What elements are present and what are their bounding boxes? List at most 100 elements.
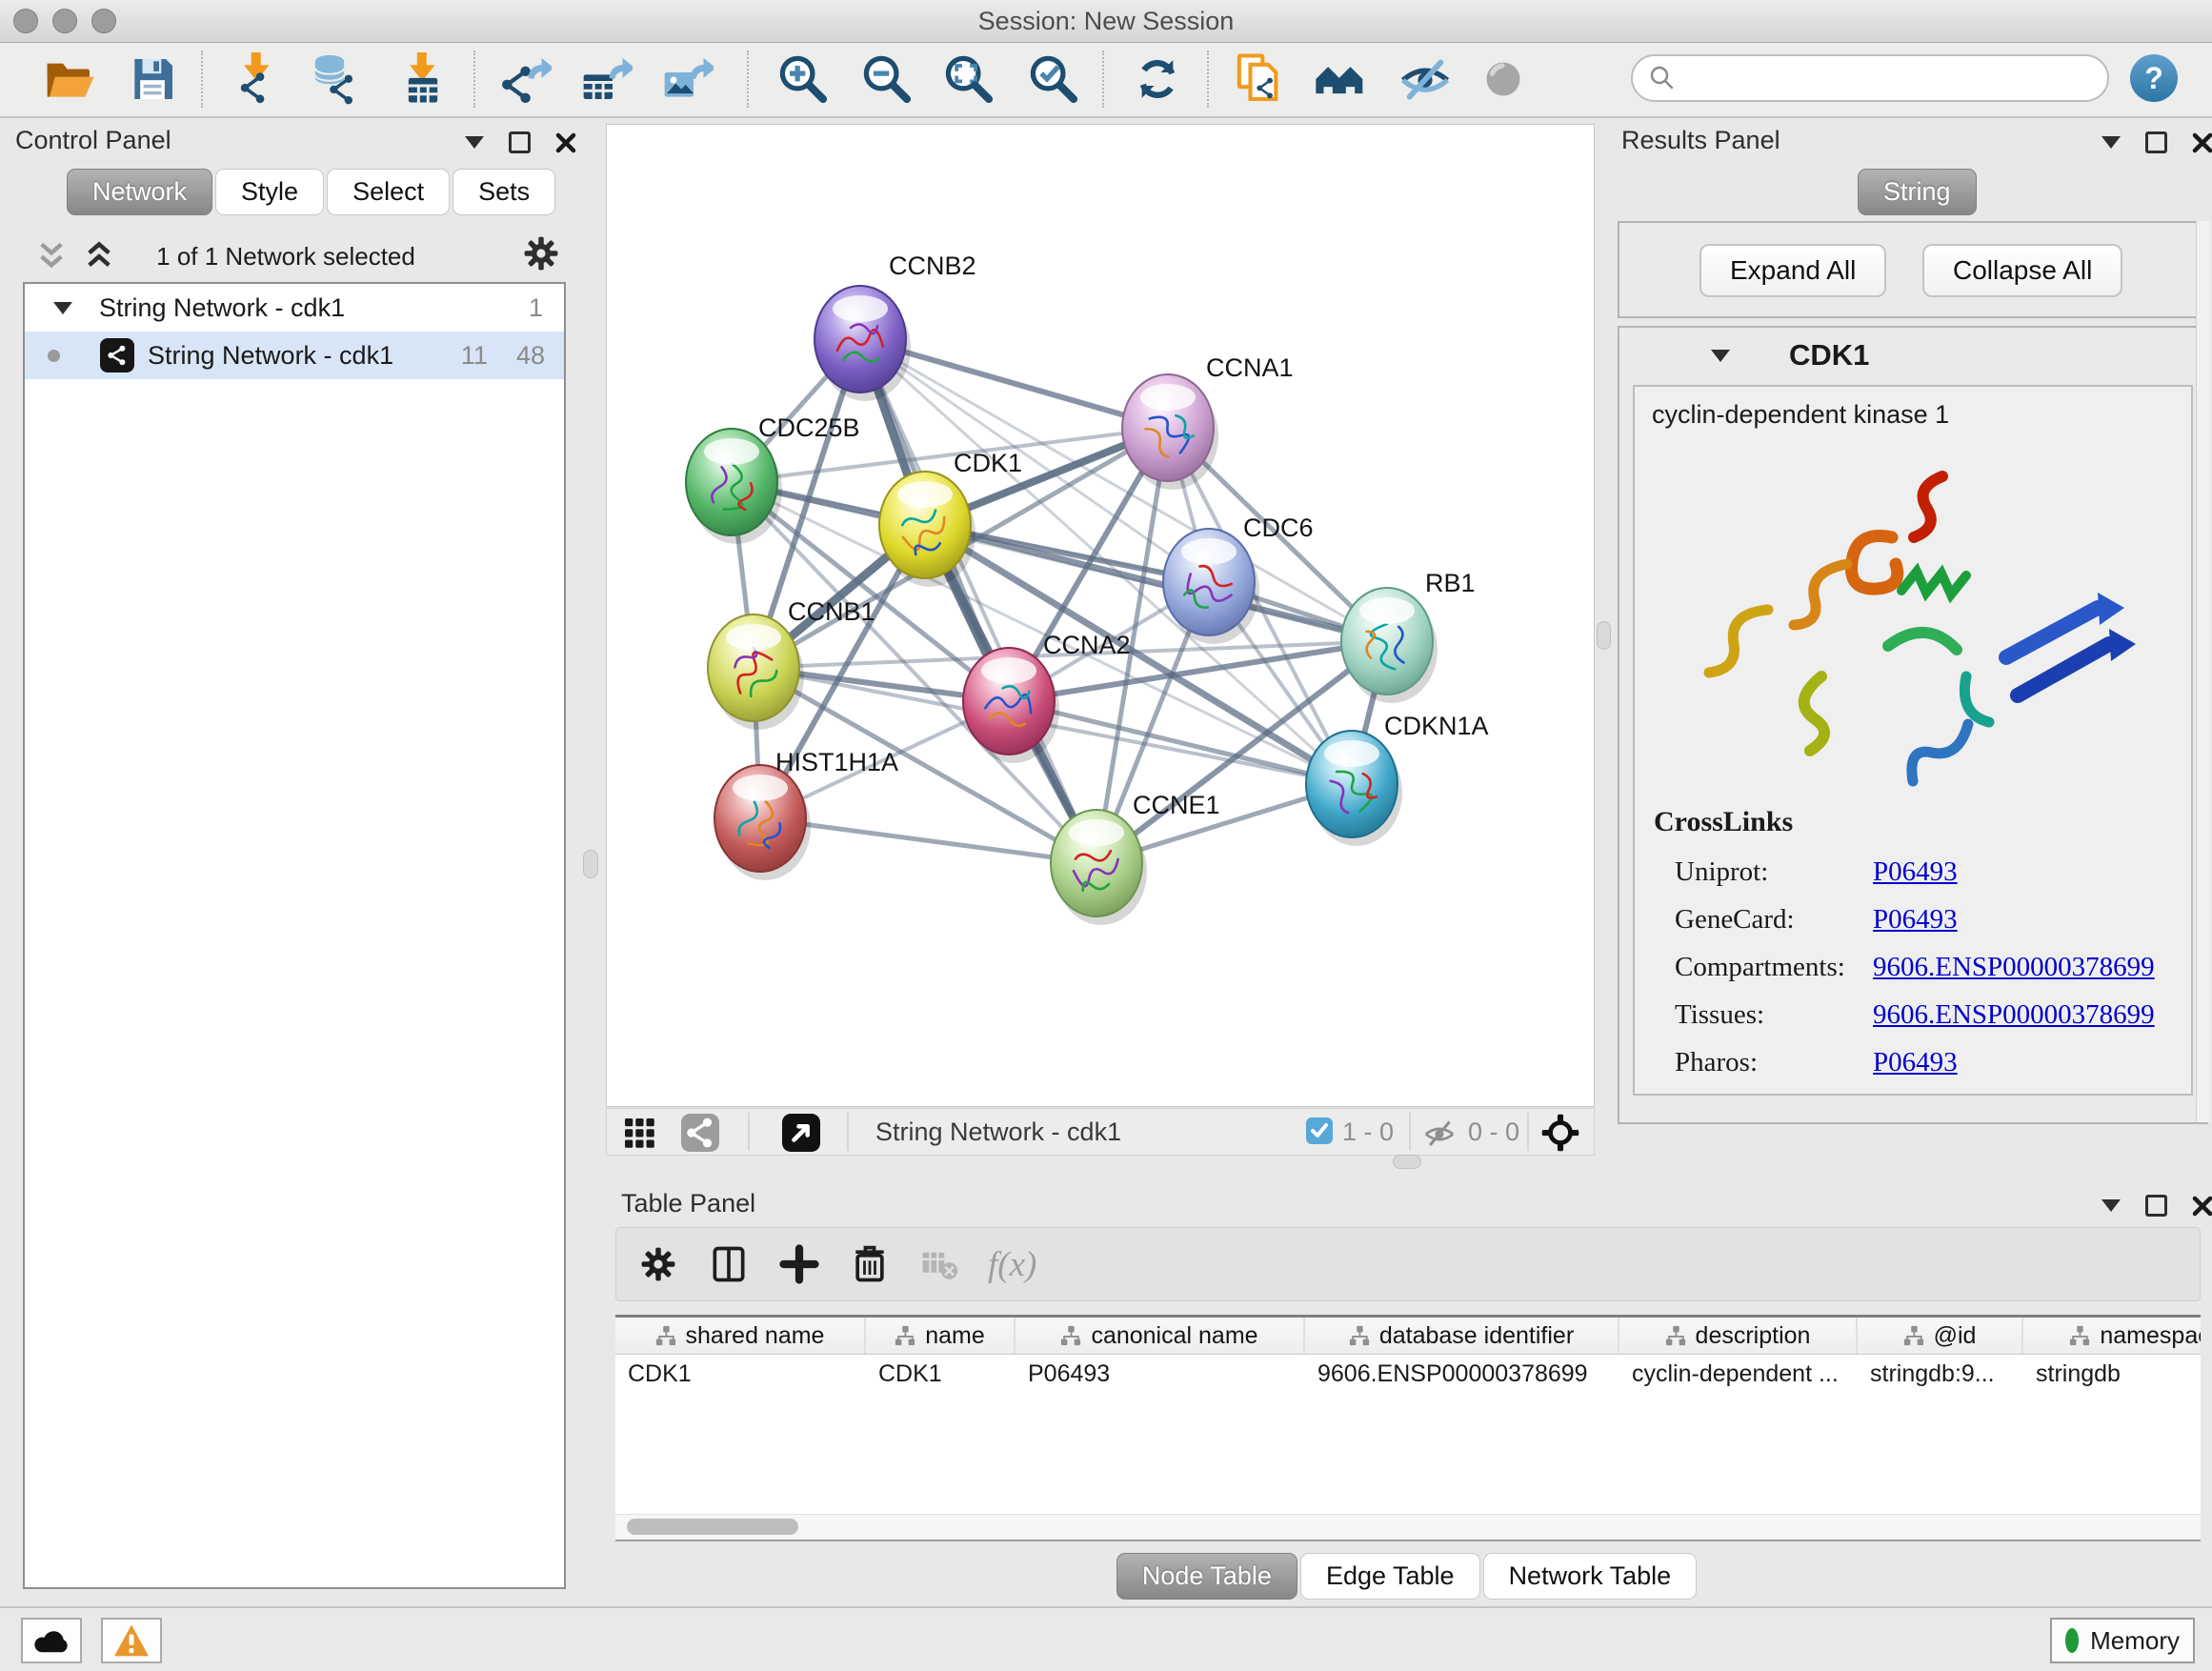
table-cell[interactable]: CDK1 bbox=[615, 1355, 866, 1393]
node-CCNB1[interactable] bbox=[708, 614, 804, 730]
table-cell[interactable]: stringdb bbox=[2023, 1355, 2201, 1393]
save-session-icon[interactable] bbox=[126, 52, 179, 106]
show-columns-icon[interactable] bbox=[708, 1243, 750, 1285]
scrollbar-thumb[interactable] bbox=[627, 1519, 798, 1535]
column-header-canonical-name[interactable]: canonical name bbox=[1016, 1318, 1305, 1354]
network-row-selected[interactable]: String Network - cdk1 11 48 bbox=[25, 332, 564, 379]
panel-menu-icon[interactable] bbox=[2101, 136, 2121, 149]
table-cell[interactable]: CDK1 bbox=[866, 1355, 1016, 1393]
crosslink-value-link[interactable]: P06493 bbox=[1873, 904, 1958, 936]
splitter-handle[interactable] bbox=[583, 850, 598, 878]
export-table-icon[interactable] bbox=[579, 52, 633, 106]
node-HIST1H1A[interactable] bbox=[714, 765, 811, 880]
warning-button[interactable] bbox=[101, 1618, 162, 1663]
node-CCNA2[interactable] bbox=[963, 648, 1059, 763]
import-network-from-database-icon[interactable] bbox=[310, 52, 363, 106]
add-column-icon[interactable] bbox=[778, 1243, 820, 1285]
network-collection-row[interactable]: String Network - cdk1 1 bbox=[25, 284, 564, 332]
table-horizontal-scrollbar[interactable] bbox=[615, 1514, 2201, 1540]
node-CCNA1[interactable] bbox=[1122, 374, 1218, 490]
splitter-handle[interactable] bbox=[1597, 621, 1611, 650]
node-CCNE1[interactable] bbox=[1051, 810, 1147, 925]
open-session-icon[interactable] bbox=[43, 52, 96, 106]
tab-sets[interactable]: Sets bbox=[452, 169, 555, 215]
panel-menu-icon[interactable] bbox=[465, 136, 484, 149]
results-panel-controls bbox=[2101, 131, 2212, 153]
tab-select[interactable]: Select bbox=[327, 169, 450, 215]
gear-icon[interactable] bbox=[520, 232, 562, 274]
tab-node-table[interactable]: Node Table bbox=[1116, 1553, 1297, 1600]
column-header-@id[interactable]: @id bbox=[1858, 1318, 2023, 1354]
help-icon[interactable]: ? bbox=[2130, 54, 2178, 102]
import-network-from-file-icon[interactable] bbox=[231, 52, 284, 106]
detach-view-icon[interactable] bbox=[782, 1114, 820, 1152]
selected-checkbox[interactable] bbox=[1306, 1117, 1333, 1144]
node-CDC25B[interactable] bbox=[686, 429, 782, 544]
export-image-icon[interactable] bbox=[660, 52, 714, 106]
tab-network-table[interactable]: Network Table bbox=[1483, 1553, 1698, 1600]
tab-edge-table[interactable]: Edge Table bbox=[1300, 1553, 1480, 1600]
table-cell[interactable]: stringdb:9... bbox=[1858, 1355, 2023, 1393]
export-network-icon[interactable] bbox=[498, 52, 552, 106]
zoom-selected-region-icon[interactable] bbox=[1027, 52, 1080, 106]
section-collapse-icon[interactable] bbox=[1711, 350, 1730, 362]
delete-column-icon[interactable] bbox=[849, 1243, 891, 1285]
network-canvas[interactable]: CCNB2CCNA1CDC25BCDK1CDC6RB1CCNB1CCNA2CDK… bbox=[606, 124, 1595, 1107]
column-header-description[interactable]: description bbox=[1619, 1318, 1858, 1354]
collapse-all-button[interactable]: Collapse All bbox=[1922, 244, 2122, 297]
show-all-icon[interactable] bbox=[1477, 52, 1530, 106]
crosslink-label: Tissues: bbox=[1654, 999, 1873, 1031]
crosslink-value-link[interactable]: 9606.ENSP00000378699 bbox=[1873, 952, 2155, 983]
new-network-from-selection-icon[interactable] bbox=[1234, 52, 1287, 106]
panel-float-icon[interactable] bbox=[2145, 1195, 2167, 1217]
tab-network[interactable]: Network bbox=[67, 169, 212, 215]
hide-selected-icon[interactable] bbox=[1398, 52, 1452, 106]
tab-string[interactable]: String bbox=[1858, 169, 1977, 215]
divider bbox=[847, 1113, 849, 1151]
panel-menu-icon[interactable] bbox=[2101, 1199, 2121, 1212]
table-cell[interactable]: P06493 bbox=[1016, 1355, 1305, 1393]
network-share-view-icon[interactable] bbox=[681, 1114, 719, 1152]
column-header-namespace[interactable]: namespace bbox=[2023, 1318, 2201, 1354]
panel-close-icon[interactable] bbox=[2192, 1196, 2212, 1217]
splitter-handle[interactable] bbox=[1393, 1155, 1421, 1169]
tree-expander-icon[interactable] bbox=[53, 302, 72, 314]
node-CDKN1A[interactable] bbox=[1306, 731, 1402, 846]
panel-close-icon[interactable] bbox=[555, 132, 576, 153]
expand-all-button[interactable]: Expand All bbox=[1699, 244, 1886, 297]
cloud-button[interactable] bbox=[21, 1618, 82, 1663]
memory-button[interactable]: Memory bbox=[2050, 1618, 2195, 1663]
grid-view-icon[interactable] bbox=[622, 1116, 656, 1150]
crosslink-value-link[interactable]: P06493 bbox=[1873, 856, 1958, 888]
table-cell[interactable]: cyclin-dependent ... bbox=[1619, 1355, 1858, 1393]
results-scrollbar[interactable] bbox=[2196, 221, 2210, 1122]
crosslink-value-link[interactable]: P06493 bbox=[1873, 1047, 1958, 1078]
search-box[interactable] bbox=[1631, 54, 2109, 102]
zoom-fit-content-icon[interactable] bbox=[942, 52, 995, 106]
first-neighbors-icon[interactable] bbox=[1314, 52, 1367, 106]
birdseye-crosshair-icon[interactable] bbox=[1540, 1113, 1580, 1153]
tab-style[interactable]: Style bbox=[215, 169, 324, 215]
network-tree: String Network - cdk1 1 String Network -… bbox=[23, 282, 566, 1589]
node-RB1[interactable] bbox=[1341, 588, 1438, 703]
memory-label: Memory bbox=[2090, 1626, 2180, 1656]
panel-float-icon[interactable] bbox=[2145, 131, 2167, 153]
column-header-database-identifier[interactable]: database identifier bbox=[1305, 1318, 1619, 1354]
column-header-shared-name[interactable]: shared name bbox=[615, 1318, 866, 1354]
column-header-name[interactable]: name bbox=[866, 1318, 1016, 1354]
node-CCNB2[interactable] bbox=[814, 286, 911, 401]
crosslink-value-link[interactable]: 9606.ENSP00000378699 bbox=[1873, 999, 2155, 1031]
panel-float-icon[interactable] bbox=[509, 131, 531, 153]
panel-close-icon[interactable] bbox=[2192, 132, 2212, 153]
table-cell[interactable]: 9606.ENSP00000378699 bbox=[1305, 1355, 1619, 1393]
zoom-out-icon[interactable] bbox=[860, 52, 914, 106]
zoom-in-icon[interactable] bbox=[776, 52, 830, 106]
node-table: shared namenamecanonical namedatabase id… bbox=[615, 1315, 2201, 1541]
import-table-from-file-icon[interactable] bbox=[396, 52, 450, 106]
table-row[interactable]: CDK1CDK1P064939606.ENSP00000378699cyclin… bbox=[615, 1355, 2201, 1393]
search-input[interactable] bbox=[1677, 63, 2092, 94]
node-CDK1[interactable] bbox=[879, 472, 975, 587]
refresh-view-icon[interactable] bbox=[1131, 52, 1184, 106]
gear-icon[interactable] bbox=[637, 1243, 679, 1285]
edge[interactable] bbox=[925, 525, 1387, 641]
